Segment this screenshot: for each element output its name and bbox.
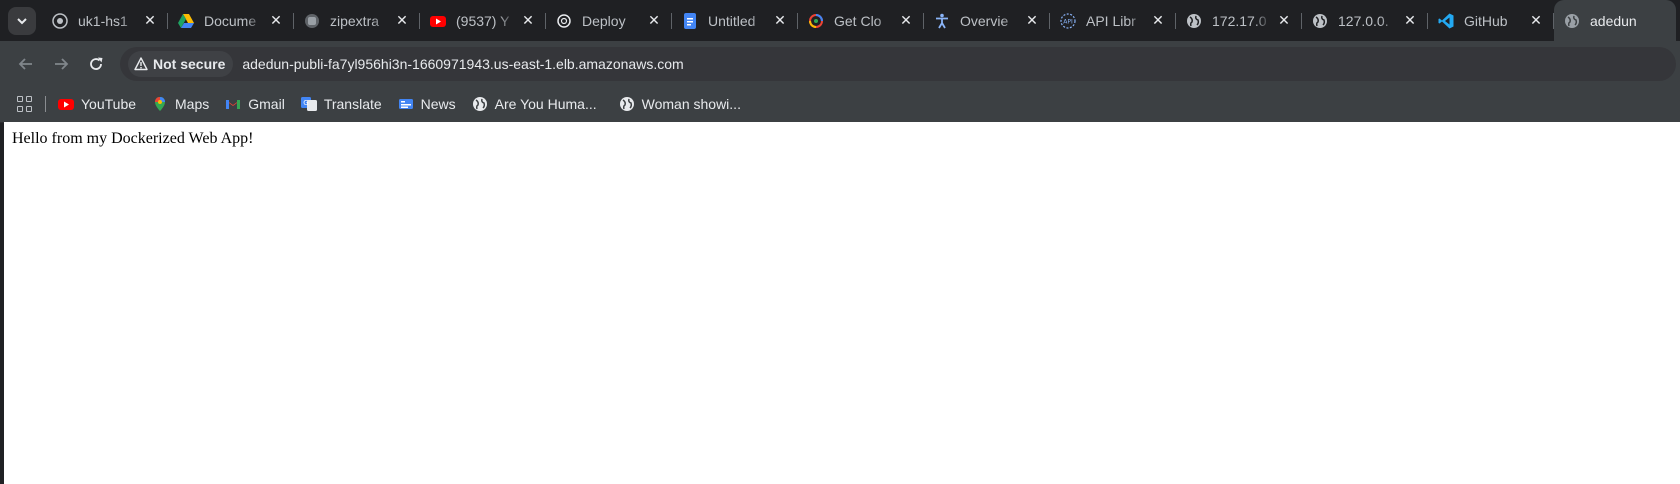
url-text[interactable]: adedun-publi-fa7yl956hi3n-1660971943.us-… — [242, 56, 683, 72]
reload-icon — [90, 57, 103, 70]
tab-title: Deploy — [582, 12, 626, 29]
youtube-icon — [58, 96, 74, 112]
gmail-icon — [225, 96, 241, 112]
google-maps-icon — [152, 96, 168, 112]
address-bar[interactable]: Not secure adedun-publi-fa7yl956hi3n-166… — [120, 47, 1676, 81]
close-icon[interactable]: ✕ — [898, 12, 914, 29]
globe-icon — [1312, 13, 1328, 29]
google-translate-icon: G — [300, 96, 317, 112]
globe-icon — [1564, 13, 1580, 29]
close-icon[interactable]: ✕ — [1528, 12, 1544, 29]
openai-icon — [556, 13, 572, 29]
bookmark-news[interactable]: News — [398, 96, 456, 112]
close-icon[interactable]: ✕ — [520, 12, 536, 29]
bookmark-label: YouTube — [81, 96, 137, 112]
tab-title: Docume — [204, 12, 257, 29]
bookmark-label: Are You Huma... — [494, 96, 597, 112]
bookmark-label: Translate — [323, 96, 382, 112]
close-icon[interactable]: ✕ — [1024, 12, 1040, 29]
close-icon[interactable]: ✕ — [646, 12, 662, 29]
bookmarks-divider — [45, 96, 46, 112]
svg-text:G: G — [303, 99, 308, 107]
tab[interactable]: 127.0.0. ✕ — [1302, 0, 1428, 41]
bookmark-youtube[interactable]: YouTube — [58, 96, 136, 112]
tab-title: Get Clo — [834, 12, 882, 29]
google-docs-icon — [682, 12, 698, 29]
tab-title: Overvie — [960, 12, 1009, 29]
tab[interactable]: Get Clo ✕ — [798, 0, 924, 41]
apps-grid-icon[interactable] — [17, 96, 33, 112]
accessibility-icon — [934, 13, 950, 29]
tab[interactable]: Docume ✕ — [168, 0, 294, 41]
tab-title: GitHub — [1464, 12, 1508, 29]
tab[interactable]: Untitled ✕ — [672, 0, 798, 41]
app-outline-icon — [304, 13, 320, 29]
bookmark-label: Maps — [175, 96, 210, 112]
close-icon[interactable]: ✕ — [142, 12, 158, 29]
tab[interactable]: uk1-hs1 ✕ — [42, 0, 168, 41]
bookmark-translate[interactable]: G Translate — [300, 96, 382, 112]
globe-outline-icon — [52, 12, 68, 29]
vscode-icon — [1438, 13, 1454, 29]
tab[interactable]: zipextra ✕ — [294, 0, 420, 41]
close-icon[interactable]: ✕ — [772, 12, 788, 29]
tab-title: 127.0.0. — [1338, 12, 1389, 29]
bookmark-woman-showing[interactable]: Woman showi... — [619, 96, 741, 112]
bookmark-label: News — [420, 96, 456, 112]
tab[interactable]: (9537) Y ✕ — [420, 0, 546, 41]
security-chip-label: Not secure — [153, 56, 226, 72]
close-icon[interactable]: ✕ — [268, 12, 284, 29]
tab-title: zipextra — [330, 12, 380, 29]
bookmark-are-you-human[interactable]: Are You Huma... — [472, 96, 597, 112]
tab[interactable]: 172.17.0 ✕ — [1176, 0, 1302, 41]
tab[interactable]: Overvie ✕ — [924, 0, 1050, 41]
globe-icon — [472, 96, 488, 112]
tab-search-button[interactable] — [8, 6, 36, 35]
svg-text:API: API — [1063, 18, 1073, 25]
toolbar: Not secure adedun-publi-fa7yl956hi3n-166… — [0, 41, 1680, 86]
google-news-icon — [398, 96, 414, 112]
tab-title: adedun — [1590, 12, 1637, 29]
bookmark-label: Gmail — [248, 96, 285, 112]
page-content: Hello from my Dockerized Web App! — [4, 122, 1680, 484]
tab-title: 172.17.0 — [1212, 12, 1267, 29]
tab-title: API Libr — [1086, 12, 1136, 29]
forward-button[interactable] — [45, 48, 77, 80]
tab[interactable]: Deploy ✕ — [546, 0, 672, 41]
page-body-text: Hello from my Dockerized Web App! — [12, 130, 254, 147]
tab-title: uk1-hs1 — [78, 12, 128, 29]
forward-arrow-icon — [55, 57, 69, 70]
tab-list: uk1-hs1 ✕ Docume ✕ zipextra ✕ (9537) Y ✕… — [42, 0, 1676, 41]
back-button[interactable] — [10, 48, 42, 80]
reload-button[interactable] — [80, 48, 112, 80]
tab-active[interactable]: adedun — [1554, 0, 1676, 41]
tab-title: (9537) Y — [456, 12, 510, 29]
globe-icon — [1186, 13, 1202, 29]
google-cloud-icon — [808, 13, 824, 29]
back-arrow-icon — [18, 57, 32, 70]
close-icon[interactable]: ✕ — [1276, 12, 1292, 29]
security-chip[interactable]: Not secure — [128, 51, 234, 77]
tab-title: Untitled — [708, 12, 756, 29]
chevron-down-icon — [17, 17, 27, 24]
api-icon: API — [1060, 12, 1076, 29]
close-icon[interactable]: ✕ — [394, 12, 410, 29]
tab[interactable]: GitHub ✕ — [1428, 0, 1554, 41]
bookmark-label: Woman showi... — [641, 96, 741, 112]
tab-strip: uk1-hs1 ✕ Docume ✕ zipextra ✕ (9537) Y ✕… — [0, 0, 1680, 41]
bookmarks-bar: YouTube Maps Gmail G Translate News Are … — [0, 86, 1680, 123]
globe-icon — [619, 96, 635, 112]
google-drive-icon — [178, 13, 194, 29]
bookmark-maps[interactable]: Maps — [152, 96, 209, 112]
youtube-icon — [430, 13, 446, 29]
close-icon[interactable]: ✕ — [1150, 12, 1166, 29]
close-icon[interactable]: ✕ — [1402, 12, 1418, 29]
bookmark-gmail[interactable]: Gmail — [225, 96, 285, 112]
warning-icon — [134, 57, 148, 71]
tab[interactable]: API API Libr ✕ — [1050, 0, 1176, 41]
